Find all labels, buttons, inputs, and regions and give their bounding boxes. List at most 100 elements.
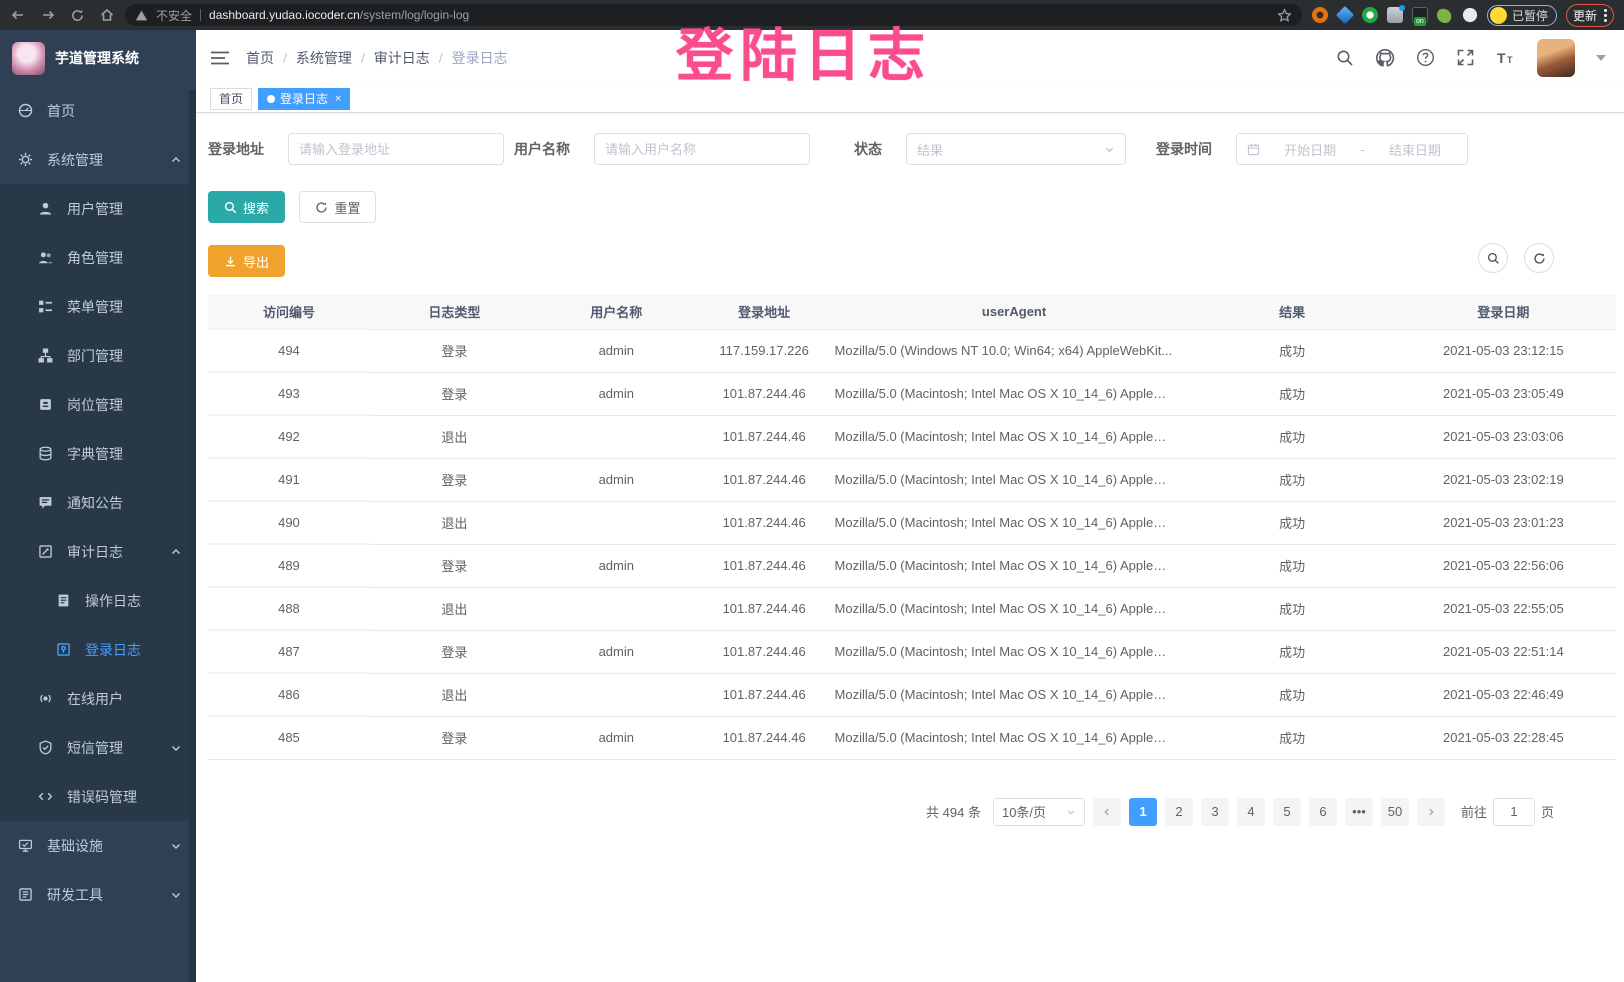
sidebar-item-dev-tools[interactable]: 研发工具 — [0, 870, 196, 919]
page-size-select[interactable]: 10条/页 — [993, 798, 1085, 826]
user-avatar[interactable] — [1537, 39, 1575, 77]
sidebar-item-menu-mgmt[interactable]: 菜单管理 — [0, 282, 196, 331]
table-row[interactable]: 485登录admin101.87.244.46Mozilla/5.0 (Maci… — [208, 716, 1616, 759]
profile-paused-chip[interactable]: 已暂停 — [1487, 5, 1557, 26]
sidebar-item-online-users[interactable]: 在线用户 — [0, 674, 196, 723]
calendar-icon — [1247, 143, 1260, 156]
table-row[interactable]: 491登录admin101.87.244.46Mozilla/5.0 (Maci… — [208, 458, 1616, 501]
extension-orange-icon[interactable] — [1312, 7, 1328, 23]
extension-grid-icon[interactable] — [1387, 7, 1403, 23]
forward-icon[interactable] — [40, 7, 56, 23]
address-bar[interactable]: 不安全 dashboard.yudao.iocoder.cn/system/lo… — [125, 4, 1302, 26]
online-icon — [38, 691, 53, 706]
sidebar-item-dict-mgmt[interactable]: 字典管理 — [0, 429, 196, 478]
breadcrumb-system[interactable]: 系统管理 — [296, 48, 352, 68]
goto-label: 前往 — [1461, 802, 1487, 821]
col-type: 日志类型 — [370, 295, 539, 329]
tools-icon — [18, 887, 33, 902]
table-row[interactable]: 489登录admin101.87.244.46Mozilla/5.0 (Maci… — [208, 544, 1616, 587]
sidebar-item-notice[interactable]: 通知公告 — [0, 478, 196, 527]
table-row[interactable]: 486退出101.87.244.46Mozilla/5.0 (Macintosh… — [208, 673, 1616, 716]
next-page-button[interactable] — [1417, 798, 1445, 826]
chevron-down-icon — [170, 889, 182, 901]
reload-icon[interactable] — [70, 8, 85, 23]
chevron-up-icon — [170, 154, 182, 166]
github-icon[interactable] — [1375, 48, 1395, 68]
end-date-placeholder: 结束日期 — [1373, 140, 1457, 159]
page-button-2[interactable]: 2 — [1165, 798, 1193, 826]
extension-gem-icon[interactable] — [1336, 6, 1354, 24]
breadcrumb-audit[interactable]: 审计日志 — [374, 48, 430, 68]
login-log-table: 访问编号 日志类型 用户名称 登录地址 userAgent 结果 登录日期 49… — [208, 295, 1616, 760]
tag-home[interactable]: 首页 — [210, 88, 252, 110]
total-count: 共 494 条 — [926, 802, 981, 821]
more-pages-button[interactable]: ••• — [1345, 798, 1373, 826]
extension-plant-icon[interactable] — [1437, 7, 1453, 23]
username-input[interactable] — [594, 133, 810, 165]
sidebar-item-infrastructure[interactable]: 基础设施 — [0, 821, 196, 870]
sidebar-item-system-mgmt[interactable]: 系统管理 — [0, 135, 196, 184]
page-button-3[interactable]: 3 — [1201, 798, 1229, 826]
hamburger-icon[interactable] — [210, 50, 230, 66]
help-icon[interactable] — [1416, 48, 1435, 67]
browser-menu-icon[interactable] — [1604, 9, 1607, 22]
sidebar-item-user-mgmt[interactable]: 用户管理 — [0, 184, 196, 233]
page-button-last[interactable]: 50 — [1381, 798, 1409, 826]
col-id: 访问编号 — [208, 295, 370, 329]
reset-button[interactable]: 重置 — [299, 191, 376, 223]
table-row[interactable]: 490退出101.87.244.46Mozilla/5.0 (Macintosh… — [208, 501, 1616, 544]
tag-login-log[interactable]: 登录日志 × — [258, 88, 350, 110]
page-button-5[interactable]: 5 — [1273, 798, 1301, 826]
goto-page-input[interactable] — [1493, 798, 1535, 826]
login-address-input[interactable] — [288, 133, 504, 165]
prev-page-button[interactable] — [1093, 798, 1121, 826]
monitor-icon — [18, 838, 33, 853]
chevron-down-icon — [170, 840, 182, 852]
page-unit-label: 页 — [1541, 802, 1554, 821]
bookmark-star-icon[interactable] — [1277, 8, 1292, 23]
sidebar-item-error-code-mgmt[interactable]: 错误码管理 — [0, 772, 196, 821]
table-row[interactable]: 493登录admin101.87.244.46Mozilla/5.0 (Maci… — [208, 372, 1616, 415]
extension-green-circle-icon[interactable] — [1362, 7, 1378, 23]
sidebar-item-home[interactable]: 首页 — [0, 86, 196, 135]
back-icon[interactable] — [10, 7, 26, 23]
sidebar-item-sms-mgmt[interactable]: 短信管理 — [0, 723, 196, 772]
app-logo-row[interactable]: 芋道管理系统 — [0, 30, 196, 86]
browser-update-button[interactable]: 更新 — [1566, 4, 1614, 27]
sidebar-item-post-mgmt[interactable]: 岗位管理 — [0, 380, 196, 429]
font-size-icon[interactable]: TT — [1496, 49, 1516, 67]
page-button-1[interactable]: 1 — [1129, 798, 1157, 826]
home-icon[interactable] — [99, 7, 115, 23]
sidebar-item-login-log[interactable]: 登录日志 — [0, 625, 196, 674]
extension-list-icon[interactable]: on — [1412, 7, 1428, 23]
extension-puzzle-icon[interactable] — [1462, 7, 1478, 23]
dict-icon — [38, 446, 53, 461]
sidebar-item-operation-log[interactable]: 操作日志 — [0, 576, 196, 625]
export-button[interactable]: 导出 — [208, 245, 285, 277]
table-row[interactable]: 488退出101.87.244.46Mozilla/5.0 (Macintosh… — [208, 587, 1616, 630]
status-select[interactable]: 结果 — [906, 133, 1126, 165]
sidebar-item-dept-mgmt[interactable]: 部门管理 — [0, 331, 196, 380]
sidebar-item-audit-log[interactable]: 审计日志 — [0, 527, 196, 576]
table-row[interactable]: 494登录admin117.159.17.226Mozilla/5.0 (Win… — [208, 329, 1616, 372]
close-icon[interactable]: × — [335, 93, 341, 105]
refresh-table-button[interactable] — [1524, 243, 1554, 273]
search-icon[interactable] — [1336, 49, 1354, 67]
table-row[interactable]: 487登录admin101.87.244.46Mozilla/5.0 (Maci… — [208, 630, 1616, 673]
table-row[interactable]: 492退出101.87.244.46Mozilla/5.0 (Macintosh… — [208, 415, 1616, 458]
sidebar-item-role-mgmt[interactable]: 角色管理 — [0, 233, 196, 282]
breadcrumb-home[interactable]: 首页 — [246, 48, 274, 68]
dashboard-icon — [18, 103, 33, 118]
browser-toolbar: 不安全 dashboard.yudao.iocoder.cn/system/lo… — [0, 0, 1624, 30]
status-label: 状态 — [854, 139, 882, 159]
page-button-6[interactable]: 6 — [1309, 798, 1337, 826]
page-button-4[interactable]: 4 — [1237, 798, 1265, 826]
date-range-picker[interactable]: 开始日期 - 结束日期 — [1236, 133, 1468, 165]
form-icon — [56, 593, 71, 608]
fullscreen-icon[interactable] — [1456, 48, 1475, 67]
caret-down-icon[interactable] — [1596, 55, 1606, 61]
search-button[interactable]: 搜索 — [208, 191, 285, 223]
toggle-search-button[interactable] — [1478, 243, 1508, 273]
breadcrumb: 首页 / 系统管理 / 审计日志 / 登录日志 — [246, 48, 508, 68]
profile-avatar-icon — [1490, 7, 1507, 24]
